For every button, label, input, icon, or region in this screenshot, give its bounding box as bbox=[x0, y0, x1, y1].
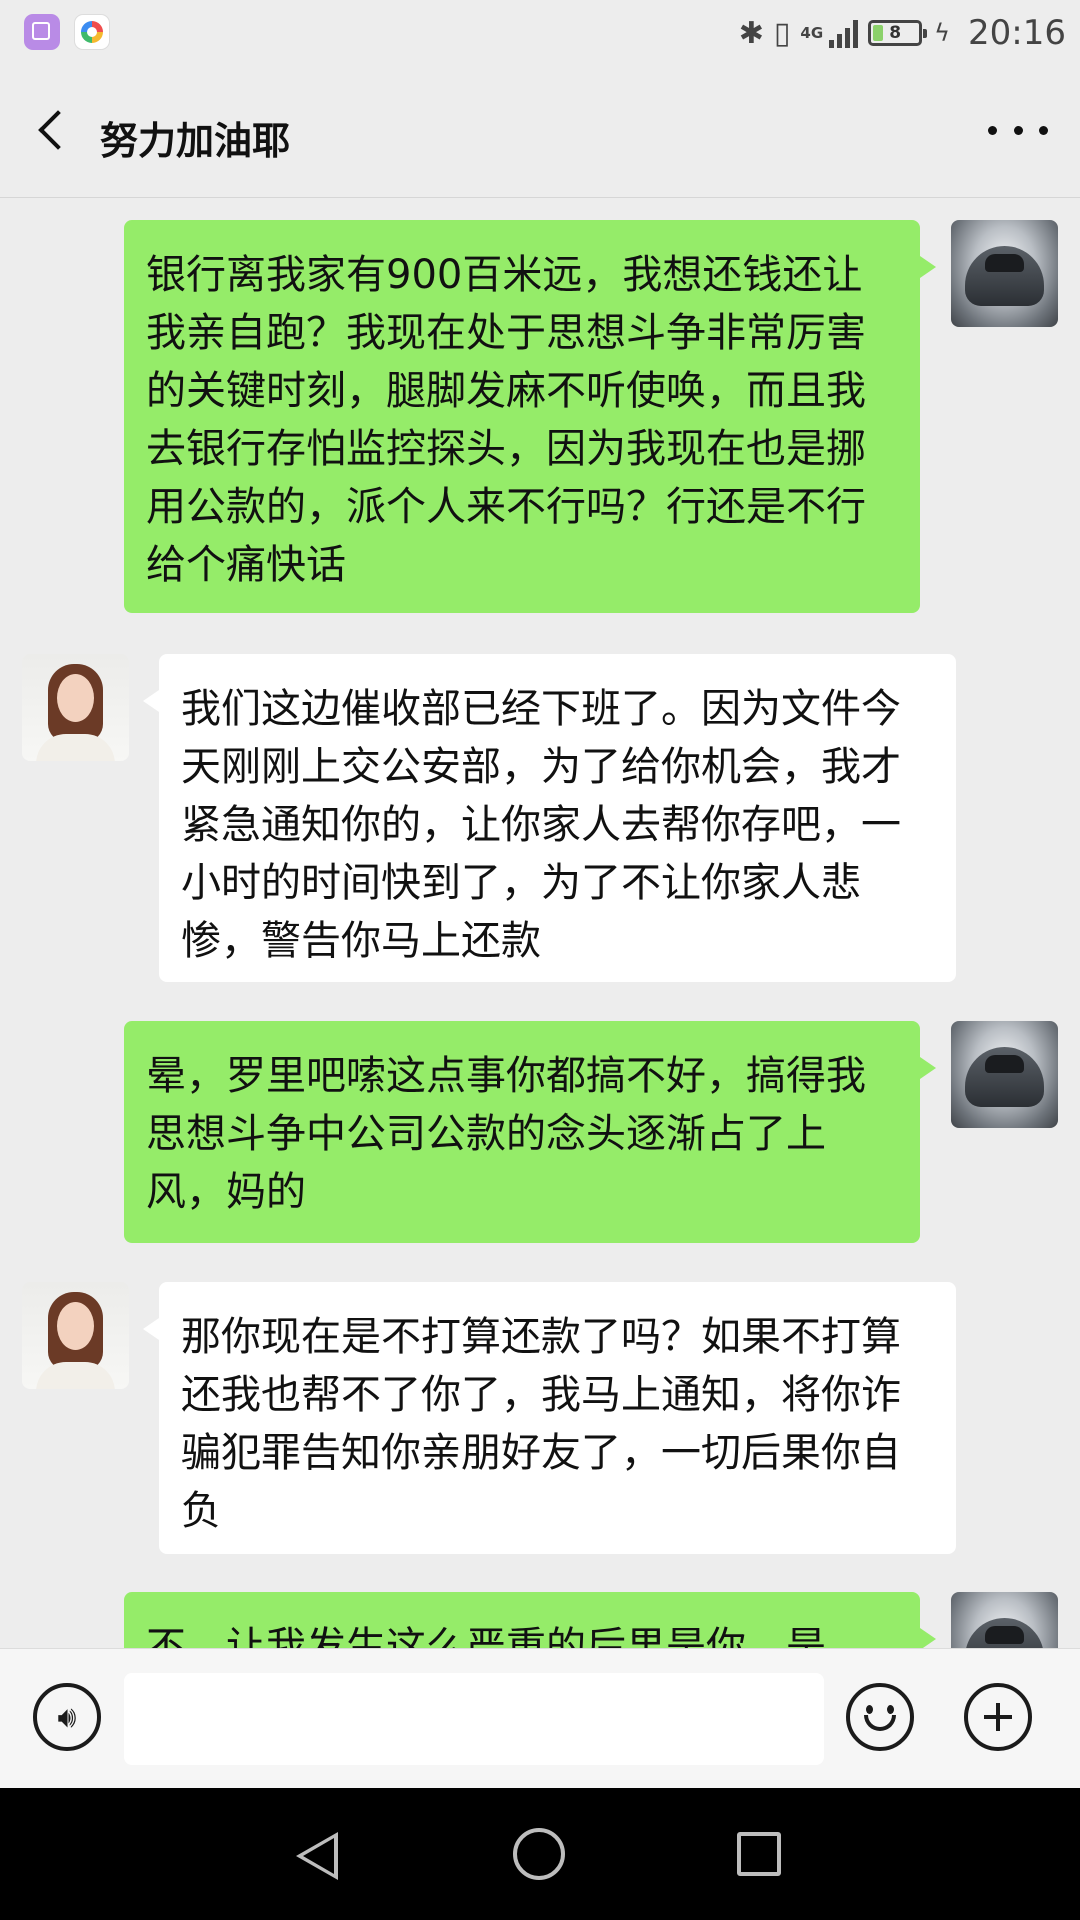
sports-car-avatar[interactable] bbox=[951, 220, 1058, 327]
plus-icon[interactable] bbox=[964, 1683, 1032, 1751]
woman-portrait-avatar[interactable] bbox=[22, 654, 129, 761]
battery-level: 8 bbox=[889, 23, 902, 43]
status-time: 20:16 bbox=[968, 13, 1066, 53]
signal-icon bbox=[829, 18, 859, 48]
battery-icon: 8 bbox=[868, 20, 928, 46]
gallery-icon bbox=[24, 14, 60, 50]
vibrate-icon: ▯ bbox=[773, 15, 791, 51]
nav-recent-icon[interactable] bbox=[737, 1832, 781, 1876]
input-bar: 🔊︎ bbox=[0, 1648, 1080, 1788]
message-bubble-incoming[interactable]: 我们这边催收部已经下班了。因为文件今天刚刚上交公安部，为了给你机会，我才紧急通知… bbox=[143, 654, 956, 982]
message-list[interactable]: 银行离我家有900百米远，我想还钱还让我亲自跑？我现在处于思想斗争非常厉害的关键… bbox=[0, 198, 1080, 1648]
voice-icon[interactable]: 🔊︎ bbox=[33, 1683, 101, 1751]
status-icons: ✱ ▯ 4G 8 ϟ 20:16 bbox=[739, 6, 1066, 60]
message-bubble-outgoing[interactable]: 晕，罗里吧嗦这点事你都搞不好，搞得我思想斗争中公司公款的念头逐渐占了上风，妈的 bbox=[124, 1021, 936, 1243]
charging-icon: ϟ bbox=[934, 19, 951, 47]
network-type: 4G bbox=[800, 23, 824, 42]
woman-portrait-avatar[interactable] bbox=[22, 1282, 129, 1389]
message-bubble-outgoing[interactable]: 不，让我发生这么严重的后果是你，是 bbox=[124, 1592, 936, 1648]
message-bubble-outgoing[interactable]: 银行离我家有900百米远，我想还钱还让我亲自跑？我现在处于思想斗争非常厉害的关键… bbox=[124, 220, 936, 613]
sports-car-avatar[interactable] bbox=[951, 1021, 1058, 1128]
chat-header: 努力加油耶 bbox=[0, 66, 1080, 198]
chevron-left-icon[interactable] bbox=[30, 106, 80, 156]
sports-car-avatar[interactable] bbox=[951, 1592, 1058, 1648]
nav-home-icon[interactable] bbox=[513, 1828, 565, 1880]
message-bubble-incoming[interactable]: 那你现在是不打算还款了吗？如果不打算还我也帮不了你了，我马上通知，将你诈骗犯罪告… bbox=[143, 1282, 956, 1554]
emoji-icon[interactable] bbox=[846, 1683, 914, 1751]
message-input[interactable] bbox=[124, 1673, 824, 1765]
nav-back-icon[interactable] bbox=[296, 1832, 338, 1880]
bluetooth-icon: ✱ bbox=[738, 15, 764, 51]
chat-title: 努力加油耶 bbox=[100, 119, 291, 163]
more-dots-icon[interactable] bbox=[988, 110, 1048, 150]
status-bar: ✱ ▯ 4G 8 ϟ 20:16 bbox=[0, 0, 1080, 66]
system-nav-bar bbox=[0, 1788, 1080, 1920]
photos-icon bbox=[74, 14, 110, 50]
